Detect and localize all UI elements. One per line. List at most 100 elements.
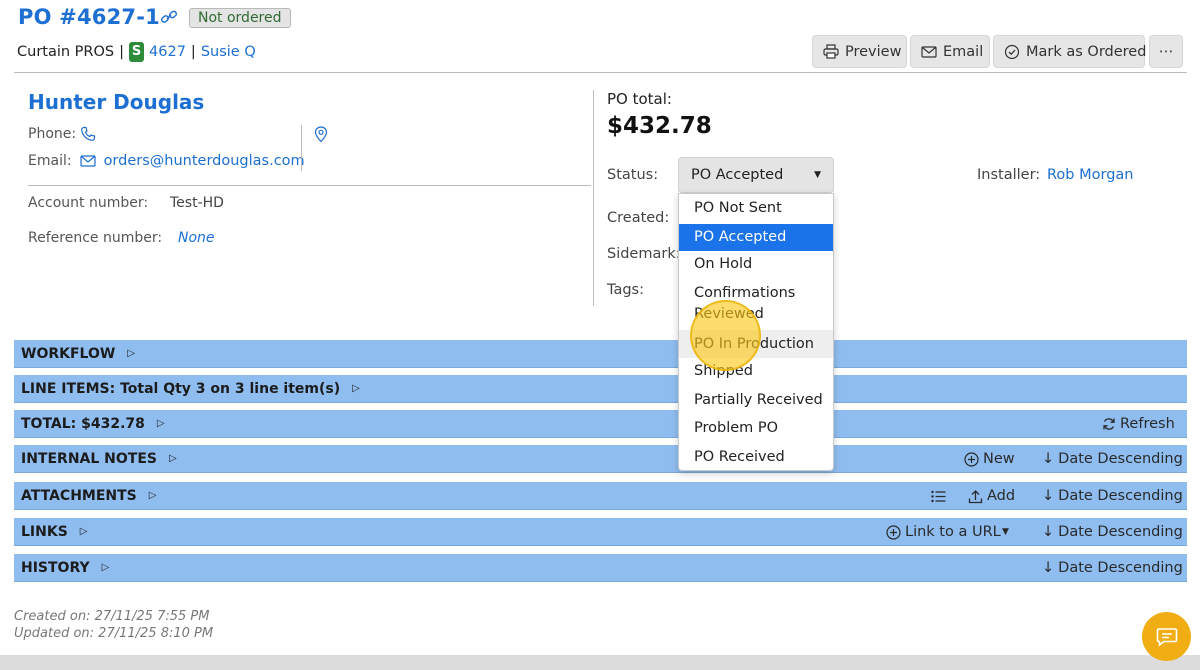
section-attachments[interactable]: ATTACHMENTS ▷ Add ↓ Date Descending bbox=[14, 482, 1187, 510]
sort-date-descending[interactable]: ↓ Date Descending bbox=[1042, 445, 1183, 473]
email-label: Email: bbox=[28, 153, 72, 169]
section-history[interactable]: HISTORY ▷ ↓ Date Descending bbox=[14, 554, 1187, 582]
expand-triangle-icon[interactable]: ▷ bbox=[80, 526, 88, 537]
new-label: New bbox=[983, 451, 1015, 467]
section-line-items[interactable]: LINE ITEMS: Total Qty 3 on 3 line item(s… bbox=[14, 375, 1187, 403]
more-options-button[interactable]: ⋯ bbox=[1149, 35, 1183, 68]
vendor-name[interactable]: Hunter Douglas bbox=[28, 90, 204, 114]
upload-icon bbox=[968, 489, 983, 503]
status-option[interactable]: PO Received bbox=[679, 447, 833, 471]
status-option[interactable]: Confirmations Reviewed bbox=[679, 283, 833, 325]
map-pin-icon[interactable] bbox=[314, 126, 328, 147]
sort-date-descending[interactable]: ↓ Date Descending bbox=[1042, 482, 1183, 510]
sort-label: Date Descending bbox=[1058, 488, 1183, 504]
plus-circle-icon bbox=[886, 524, 901, 540]
header-divider bbox=[14, 72, 1187, 73]
phone-icon[interactable] bbox=[80, 126, 96, 142]
arrow-down-icon: ↓ bbox=[1042, 560, 1055, 576]
arrow-down-icon: ↓ bbox=[1042, 488, 1055, 504]
tags-label: Tags: bbox=[607, 282, 644, 298]
section-title: LINKS bbox=[21, 523, 68, 540]
status-option-hover[interactable]: PO In Production bbox=[679, 330, 833, 358]
vendor-divider bbox=[301, 125, 302, 171]
email-label: Email bbox=[943, 43, 984, 60]
list-icon bbox=[931, 490, 946, 502]
envelope-icon bbox=[921, 45, 937, 58]
section-title: HISTORY bbox=[21, 559, 90, 576]
sort-date-descending[interactable]: ↓ Date Descending bbox=[1042, 518, 1183, 546]
section-links[interactable]: LINKS ▷ Link to a URL ▼ ↓ Date Descendin… bbox=[14, 518, 1187, 546]
status-label: Status: bbox=[607, 167, 659, 183]
add-attachment-button[interactable]: Add bbox=[968, 482, 1015, 510]
status-option[interactable]: On Hold bbox=[679, 254, 833, 278]
installer-label: Installer: bbox=[977, 167, 1041, 183]
arrow-down-icon: ↓ bbox=[1042, 451, 1055, 467]
more-icon: ⋯ bbox=[1158, 43, 1174, 60]
expand-triangle-icon[interactable]: ▷ bbox=[352, 383, 360, 394]
check-circle-icon bbox=[1004, 44, 1020, 59]
status-option[interactable]: Partially Received bbox=[679, 390, 833, 414]
caret-down-icon: ▼ bbox=[814, 170, 821, 180]
mark-as-ordered-label: Mark as Ordered bbox=[1026, 43, 1147, 60]
list-view-button[interactable] bbox=[931, 482, 946, 510]
sort-date-descending[interactable]: ↓ Date Descending bbox=[1042, 554, 1183, 582]
status-option[interactable]: PO Not Sent bbox=[679, 198, 833, 222]
s-badge: S bbox=[129, 42, 145, 62]
vendor-email-link[interactable]: orders@hunterdouglas.com bbox=[104, 153, 305, 169]
customer-link[interactable]: Susie Q bbox=[201, 44, 256, 60]
updated-on-text: Updated on: 27/11/25 8:10 PM bbox=[14, 626, 214, 641]
status-select[interactable]: PO Accepted ▼ bbox=[678, 157, 834, 193]
refresh-button[interactable]: Refresh bbox=[1102, 410, 1175, 438]
bottom-strip bbox=[0, 655, 1200, 670]
envelope-icon bbox=[79, 155, 96, 167]
sub-header: Curtain PROS | S 4627 | Susie Q bbox=[17, 42, 256, 62]
po-title: PO #4627-1 bbox=[18, 5, 160, 29]
job-number-link[interactable]: 4627 bbox=[149, 44, 186, 60]
section-title: INTERNAL NOTES bbox=[21, 450, 157, 467]
expand-triangle-icon[interactable]: ▷ bbox=[127, 348, 135, 359]
po-total-value: $432.78 bbox=[607, 113, 712, 139]
add-label: Add bbox=[987, 488, 1016, 504]
separator: | bbox=[190, 44, 196, 60]
reference-number-value[interactable]: None bbox=[178, 230, 215, 246]
status-option-selected[interactable]: PO Accepted bbox=[679, 224, 833, 251]
status-dropdown-menu: PO Not Sent PO Accepted On Hold Confirma… bbox=[678, 193, 834, 471]
section-total[interactable]: TOTAL: $432.78 ▷ Refresh bbox=[14, 410, 1187, 438]
sort-label: Date Descending bbox=[1058, 451, 1183, 467]
chat-icon bbox=[1156, 627, 1177, 647]
caret-down-icon[interactable]: ▼ bbox=[1002, 518, 1009, 546]
new-note-button[interactable]: New bbox=[964, 445, 1015, 473]
section-internal-notes[interactable]: INTERNAL NOTES ▷ New ↓ Date Descending bbox=[14, 445, 1187, 473]
refresh-label: Refresh bbox=[1120, 416, 1175, 432]
status-badge: Not ordered bbox=[189, 8, 291, 28]
link-to-url-button[interactable]: Link to a URL bbox=[886, 518, 1001, 546]
printer-icon bbox=[823, 44, 839, 59]
section-title: LINE ITEMS: Total Qty 3 on 3 line item(s… bbox=[21, 380, 341, 397]
mark-as-ordered-button[interactable]: Mark as Ordered bbox=[993, 35, 1147, 68]
sort-label: Date Descending bbox=[1058, 560, 1183, 576]
link-icon[interactable] bbox=[160, 9, 178, 25]
installer-link[interactable]: Rob Morgan bbox=[1047, 167, 1133, 183]
separator: | bbox=[119, 44, 125, 60]
preview-button[interactable]: Preview bbox=[812, 35, 907, 68]
refresh-icon bbox=[1103, 418, 1115, 430]
section-workflow[interactable]: WORKFLOW ▷ bbox=[14, 340, 1187, 368]
arrow-down-icon: ↓ bbox=[1042, 524, 1055, 540]
expand-triangle-icon[interactable]: ▷ bbox=[169, 453, 177, 464]
expand-triangle-icon[interactable]: ▷ bbox=[149, 490, 157, 501]
status-select-value: PO Accepted bbox=[691, 167, 784, 183]
account-number-value: Test-HD bbox=[170, 195, 224, 211]
status-option[interactable]: Problem PO bbox=[679, 418, 833, 442]
plus-circle-icon bbox=[964, 451, 979, 467]
expand-triangle-icon[interactable]: ▷ bbox=[102, 562, 110, 573]
email-button[interactable]: Email bbox=[910, 35, 990, 68]
company-name: Curtain PROS bbox=[17, 44, 115, 60]
created-on-text: Created on: 27/11/25 7:55 PM bbox=[14, 609, 210, 624]
expand-triangle-icon[interactable]: ▷ bbox=[157, 418, 165, 429]
po-total-label: PO total: bbox=[607, 90, 672, 108]
column-divider bbox=[593, 90, 594, 306]
vendor-rule bbox=[28, 185, 591, 186]
chat-button[interactable] bbox=[1142, 612, 1191, 661]
status-option[interactable]: Shipped bbox=[679, 361, 833, 385]
section-title: TOTAL: $432.78 bbox=[21, 415, 145, 432]
